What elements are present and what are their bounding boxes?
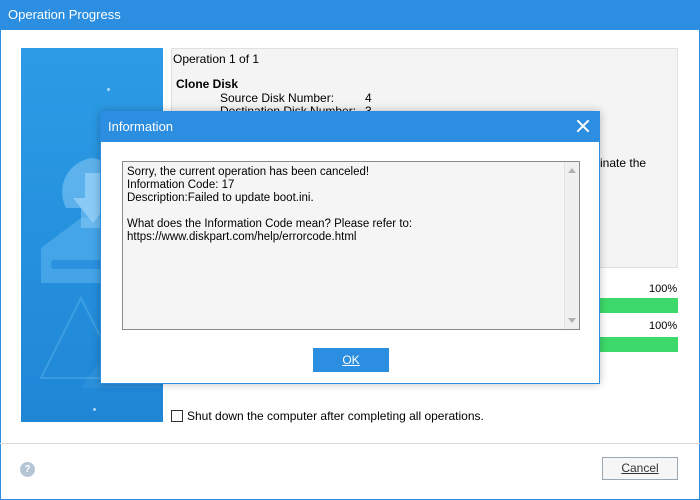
source-disk-value: 4 xyxy=(365,91,372,105)
close-icon[interactable] xyxy=(575,118,591,134)
progress-percent-2: 100% xyxy=(649,320,678,332)
message-line: Information Code: 17 xyxy=(127,179,235,191)
footer-divider xyxy=(0,443,700,444)
window-title: Operation Progress xyxy=(8,7,121,22)
scroll-down-arrow-icon[interactable] xyxy=(568,318,576,323)
shutdown-label: Shut down the computer after completing … xyxy=(187,409,484,423)
message-line xyxy=(127,205,561,218)
message-line: What does the Information Code mean? Ple… xyxy=(127,218,413,230)
information-dialog: Information Sorry, the current operation… xyxy=(100,111,600,384)
message-textarea[interactable]: Sorry, the current operation has been ca… xyxy=(122,161,580,330)
source-disk-label: Source Disk Number: xyxy=(220,91,335,105)
window-titlebar: Operation Progress xyxy=(0,0,700,30)
operation-counter: Operation 1 of 1 xyxy=(173,52,260,66)
progress-percent-1: 100% xyxy=(649,283,678,295)
shutdown-option[interactable]: Shut down the computer after completing … xyxy=(171,409,484,423)
sparkle xyxy=(107,88,110,91)
progress-bar-1 xyxy=(600,298,678,313)
progress-bar-2 xyxy=(600,337,678,352)
dialog-title: Information xyxy=(108,119,174,134)
ok-button[interactable]: OK xyxy=(313,348,389,372)
help-icon[interactable]: ? xyxy=(20,462,35,477)
cancel-button[interactable]: Cancel xyxy=(602,457,678,480)
dialog-titlebar: Information xyxy=(101,112,599,142)
message-line: Description:Failed to update boot.ini. xyxy=(127,192,314,204)
scrollbar[interactable] xyxy=(564,162,579,329)
help-link[interactable]: https://www.diskpart.com/help/errorcode.… xyxy=(127,231,561,244)
operation-title: Clone Disk xyxy=(176,77,239,91)
sparkle xyxy=(93,408,96,411)
message-line: Sorry, the current operation has been ca… xyxy=(127,166,370,178)
scroll-up-arrow-icon[interactable] xyxy=(568,168,576,173)
shutdown-checkbox[interactable] xyxy=(171,410,183,422)
operation-description-fragment: inate the xyxy=(600,156,647,170)
